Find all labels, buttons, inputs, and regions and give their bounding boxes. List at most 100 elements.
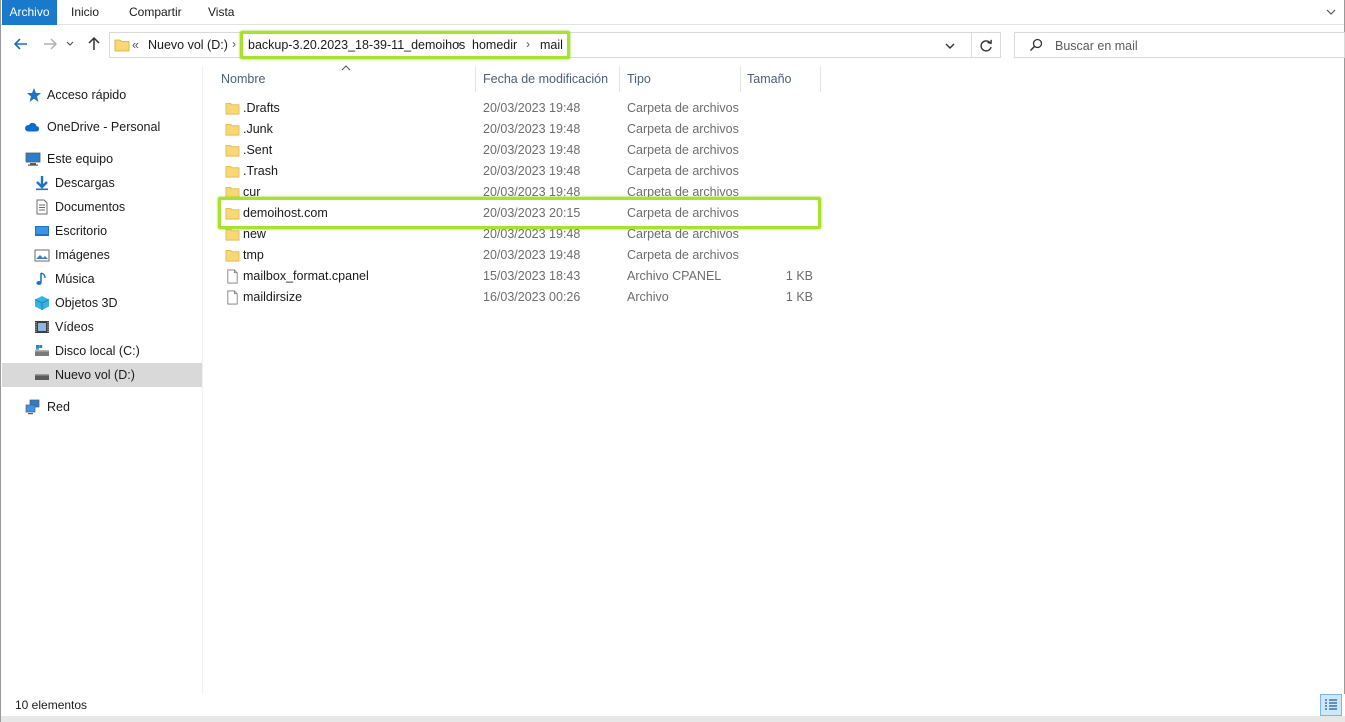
tab-vista[interactable]: Vista (208, 0, 234, 25)
forward-button[interactable] (41, 35, 59, 53)
tab-archivo[interactable]: Archivo (2, 0, 57, 25)
details-view-button[interactable] (1320, 694, 1342, 716)
file-date: 16/03/2023 00:26 (483, 290, 581, 304)
breadcrumb-separator[interactable]: › (457, 37, 461, 51)
breadcrumb-homedir[interactable]: homedir (472, 38, 517, 52)
file-list: Nombre Fecha de modificación Tipo Tamaño… (213, 65, 1343, 694)
column-header-type-label: Tipo (627, 72, 651, 86)
file-date: 15/03/2023 18:43 (483, 269, 581, 283)
sidebar-item-documentos[interactable]: Documentos (2, 195, 202, 219)
file-row[interactable]: maildirsize 16/03/2023 00:26 Archivo 1 K… (213, 287, 821, 308)
file-date: 20/03/2023 19:48 (483, 227, 581, 241)
desktop-icon (35, 226, 49, 236)
folder-icon (225, 166, 240, 178)
download-icon (36, 176, 48, 191)
sidebar-item-imagenes[interactable]: Imágenes (2, 243, 202, 267)
arrow-right-icon (44, 38, 57, 50)
ribbon-tabs: Archivo Inicio Compartir Vista (1, 0, 1344, 25)
chevron-down-icon[interactable] (942, 38, 958, 54)
file-type: Carpeta de archivos (627, 164, 739, 178)
file-row[interactable]: new 20/03/2023 19:48 Carpeta de archivos (213, 224, 821, 245)
chevron-down-icon (66, 41, 74, 46)
file-type: Carpeta de archivos (627, 206, 739, 220)
up-button[interactable] (85, 35, 103, 53)
file-date: 20/03/2023 20:15 (483, 206, 581, 220)
file-icon (227, 269, 238, 284)
file-type: Carpeta de archivos (627, 185, 739, 199)
search-box[interactable]: Buscar en mail (1014, 32, 1345, 58)
file-date: 20/03/2023 19:48 (483, 101, 581, 115)
folder-icon (114, 39, 130, 52)
file-type: Carpeta de archivos (627, 122, 739, 136)
breadcrumb-separator[interactable]: › (232, 37, 236, 51)
sidebar-item-videos[interactable]: Vídeos (2, 315, 202, 339)
breadcrumb-backup[interactable]: backup-3.20.2023_18-39-11_demoihos (248, 38, 465, 52)
file-name: .Sent (243, 143, 273, 157)
column-divider[interactable] (820, 66, 821, 92)
drive-icon (35, 374, 49, 380)
breadcrumb-mail[interactable]: mail (540, 38, 563, 52)
file-row[interactable]: tmp 20/03/2023 19:48 Carpeta de archivos (213, 245, 821, 266)
tab-inicio[interactable]: Inicio (71, 0, 99, 25)
sidebar-item-descargas[interactable]: Descargas (2, 171, 202, 195)
folder-icon (225, 124, 240, 136)
column-header-name[interactable]: Nombre (213, 65, 476, 92)
pane-divider[interactable] (202, 66, 203, 694)
file-name: .Drafts (243, 101, 280, 115)
sidebar-item-red[interactable]: Red (2, 395, 202, 419)
expand-ribbon-icon[interactable] (1324, 5, 1338, 19)
breadcrumb-nuevo-vol[interactable]: Nuevo vol (D:) (148, 38, 228, 52)
file-type: Carpeta de archivos (627, 101, 739, 115)
sidebar-item-objetos-3d[interactable]: Objetos 3D (2, 291, 202, 315)
file-type: Archivo (627, 290, 669, 304)
sort-ascending-icon (341, 65, 351, 71)
file-row[interactable]: .Drafts 20/03/2023 19:48 Carpeta de arch… (213, 98, 821, 119)
sidebar-item-escritorio[interactable]: Escritorio (2, 219, 202, 243)
file-type: Carpeta de archivos (627, 143, 739, 157)
file-date: 20/03/2023 19:48 (483, 143, 581, 157)
breadcrumb-overflow[interactable]: « (132, 38, 139, 52)
sidebar-item-disco-local-c[interactable]: Disco local (C:) (2, 339, 202, 363)
file-row[interactable]: .Sent 20/03/2023 19:48 Carpeta de archiv… (213, 140, 821, 161)
sidebar-item-onedrive[interactable]: OneDrive - Personal (2, 115, 202, 139)
video-icon (35, 321, 49, 333)
divider (971, 33, 972, 57)
cloud-icon (25, 122, 40, 132)
tab-compartir[interactable]: Compartir (129, 0, 182, 25)
recent-locations-button[interactable] (64, 35, 76, 53)
file-row[interactable]: .Trash 20/03/2023 19:48 Carpeta de archi… (213, 161, 821, 182)
cube-icon (34, 296, 50, 310)
file-name: mailbox_format.cpanel (243, 269, 369, 283)
drive-icon (35, 345, 49, 356)
column-header-size-label: Tamaño (747, 72, 792, 86)
folder-icon (225, 250, 240, 262)
file-date: 20/03/2023 19:48 (483, 248, 581, 262)
file-row[interactable]: mailbox_format.cpanel 15/03/2023 18:43 A… (213, 266, 821, 287)
sidebar-item-nuevo-vol-d[interactable]: Nuevo vol (D:) (2, 363, 202, 387)
column-header-type[interactable]: Tipo (619, 66, 741, 92)
file-date: 20/03/2023 19:48 (483, 164, 581, 178)
file-name: .Junk (243, 122, 273, 136)
file-row[interactable]: .Junk 20/03/2023 19:48 Carpeta de archiv… (213, 119, 821, 140)
column-header-date[interactable]: Fecha de modificación (475, 66, 620, 92)
file-row-demoihost[interactable]: demoihost.com 20/03/2023 20:15 Carpeta d… (213, 203, 821, 224)
column-header-size[interactable]: Tamaño (739, 66, 821, 92)
file-name: demoihost.com (243, 206, 328, 220)
star-icon (27, 88, 41, 102)
folder-icon (225, 187, 240, 199)
arrow-left-icon (13, 38, 27, 50)
back-button[interactable] (12, 35, 30, 53)
sidebar-item-este-equipo[interactable]: Este equipo (2, 147, 202, 171)
file-name: new (243, 227, 266, 241)
folder-icon (225, 208, 240, 220)
folder-icon (225, 145, 240, 157)
refresh-icon[interactable] (977, 37, 995, 55)
item-count: 10 elementos (15, 698, 88, 712)
sidebar-item-musica[interactable]: Música (2, 267, 202, 291)
file-row[interactable]: cur 20/03/2023 19:48 Carpeta de archivos (213, 182, 821, 203)
file-size: 1 KB (785, 269, 813, 283)
breadcrumb-separator[interactable]: › (526, 37, 530, 51)
sidebar-item-acceso-rapido[interactable]: Acceso rápido (2, 83, 202, 107)
address-bar[interactable]: « Nuevo vol (D:) › backup-3.20.2023_18-3… (109, 31, 1001, 59)
file-type: Carpeta de archivos (627, 227, 739, 241)
